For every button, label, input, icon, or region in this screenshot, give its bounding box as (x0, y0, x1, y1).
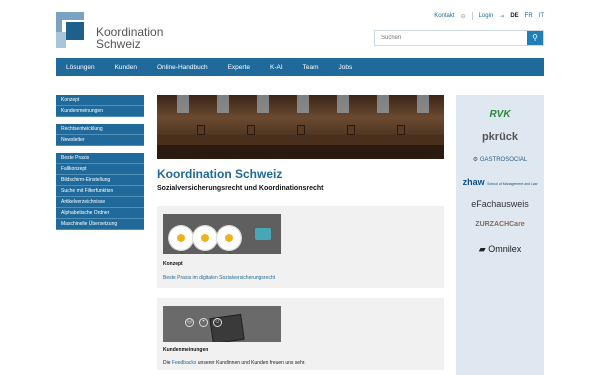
search-input[interactable] (375, 31, 527, 45)
sidebar-item-rechtsentwicklung[interactable]: Rechtsentwicklung (56, 124, 144, 135)
feedback-image[interactable]: ☹ • ☺ (163, 306, 281, 342)
nav-k-ai[interactable]: K-AI (270, 64, 283, 71)
hero-seat (197, 125, 205, 135)
sidebar-item-newsletter[interactable]: Newsletter (56, 135, 144, 146)
login-link[interactable]: Login (479, 13, 494, 19)
watering-can (255, 228, 271, 240)
partner-zurzachcare[interactable]: ZURZACHCare (456, 221, 544, 228)
sidebar-item-konzept[interactable]: Konzept (56, 95, 144, 106)
login-icon[interactable]: ⇥ (499, 13, 504, 20)
sidebar-item-artikelverzeichnisse[interactable]: Artikelverzeichnisse (56, 197, 144, 208)
contact-icon[interactable]: ⊖ (461, 13, 466, 20)
sidebar-item-kundenmeinungen[interactable]: Kundenmeinungen (56, 106, 144, 117)
search-button[interactable]: ⚲ (527, 31, 543, 45)
hero-window (177, 95, 189, 113)
omnilex-text: Omnilex (488, 244, 522, 254)
hero-window (297, 95, 309, 113)
omnilex-icon: ▰ (478, 244, 486, 254)
page-subtitle: Sozialversicherungsrecht und Koordinatio… (157, 185, 324, 192)
card-title: Kundenmeinungen (163, 347, 209, 353)
daisy (217, 226, 241, 250)
card-text-pre: Die (163, 360, 172, 366)
nav-jobs[interactable]: Jobs (339, 64, 353, 71)
logo-line2: Schweiz (96, 37, 141, 51)
sidebar: Konzept Kundenmeinungen Rechtsentwicklun… (56, 95, 144, 230)
nav-online-handbuch[interactable]: Online-Handbuch (157, 64, 208, 71)
hero-bench (157, 135, 444, 145)
partner-logos: RVK pkrück ⚙ GASTROSOCIAL zhaw School of… (456, 95, 544, 375)
partner-zhaw[interactable]: zhaw School of Management and Law (456, 177, 544, 187)
hero-seat (297, 125, 305, 135)
sidebar-item-uebersetzung[interactable]: Maschinelle Übersetzung (56, 219, 144, 230)
logo-mark-core (66, 22, 84, 40)
partner-efachausweis[interactable]: eFachausweis (456, 199, 544, 209)
nav-experte[interactable]: Experte (228, 64, 250, 71)
daisies-image[interactable] (163, 214, 281, 254)
hero-floor (157, 145, 444, 159)
partner-pkrueck[interactable]: pkrück (456, 131, 544, 143)
gastrosocial-text: GASTROSOCIAL (479, 157, 528, 163)
zurzachcare-text: ZURZACHCare (475, 221, 525, 228)
kontakt-link[interactable]: Kontakt (434, 13, 454, 19)
divider (471, 12, 473, 20)
hero-window (257, 95, 269, 113)
card-link[interactable]: Beste Praxis im digitalen Sozialversiche… (163, 275, 275, 281)
hero-window (417, 95, 429, 113)
main-nav: Lösungen Kunden Online-Handbuch Experte … (56, 58, 544, 76)
partner-gastrosocial[interactable]: ⚙ GASTROSOCIAL (456, 156, 544, 163)
partner-rvk[interactable]: RVK (456, 109, 544, 120)
top-links: Kontakt ⊖ Login ⇥ DE FR IT (434, 12, 544, 20)
daisy (193, 226, 217, 250)
sidebar-item-bildschirm[interactable]: Bildschirm-Einstellung (56, 175, 144, 186)
lang-de[interactable]: DE (510, 13, 518, 19)
logo[interactable]: Koordination Schweiz (56, 12, 166, 52)
daisy (169, 226, 193, 250)
lang-fr[interactable]: FR (525, 13, 533, 19)
page-title: Koordination Schweiz (157, 167, 283, 181)
hero-image (157, 95, 444, 159)
partner-omnilex[interactable]: ▰ Omnilex (456, 244, 544, 255)
feedbacks-link[interactable]: Feedbacks (172, 360, 196, 366)
sidebar-item-beste-praxis[interactable]: Beste Praxis (56, 153, 144, 164)
search-box: ⚲ (374, 30, 544, 46)
search-icon: ⚲ (532, 33, 538, 42)
hero-window (217, 95, 229, 113)
card-text-post: unserer Kundinnen und Kunden freuen uns … (196, 360, 306, 366)
nav-loesungen[interactable]: Lösungen (66, 64, 95, 71)
lang-it[interactable]: IT (539, 13, 544, 19)
zhaw-text: zhaw (462, 177, 485, 187)
hero-window (337, 95, 349, 113)
zhaw-subtext: School of Management and Law (487, 182, 538, 186)
nav-team[interactable]: Team (303, 64, 319, 71)
nav-kunden[interactable]: Kunden (115, 64, 137, 71)
hero-seat (347, 125, 355, 135)
sad-face-icon: ☹ (185, 318, 194, 327)
sidebar-item-fallkonzept[interactable]: Fallkonzept (56, 164, 144, 175)
happy-face-icon: ☺ (213, 318, 222, 327)
logo-mark-accent (56, 32, 66, 48)
hero-seat (397, 125, 405, 135)
logo-text: Koordination Schweiz (96, 26, 163, 50)
sidebar-item-alphabetische-ordner[interactable]: Alphabetische Ordner (56, 208, 144, 219)
card-title: Konzept (163, 261, 183, 267)
hero-window (377, 95, 389, 113)
neutral-face-icon: • (199, 318, 208, 327)
gastrosocial-icon: ⚙ (472, 157, 479, 163)
sidebar-item-suche[interactable]: Suche mit Filterfunktion (56, 186, 144, 197)
hero-seat (247, 125, 255, 135)
card-kundenmeinungen: ☹ • ☺ Kundenmeinungen Die Feedbacks unse… (157, 298, 444, 370)
card-konzept: Konzept Beste Praxis im digitalen Sozial… (157, 206, 444, 288)
card-text: Die Feedbacks unserer Kundinnen und Kund… (163, 360, 306, 366)
